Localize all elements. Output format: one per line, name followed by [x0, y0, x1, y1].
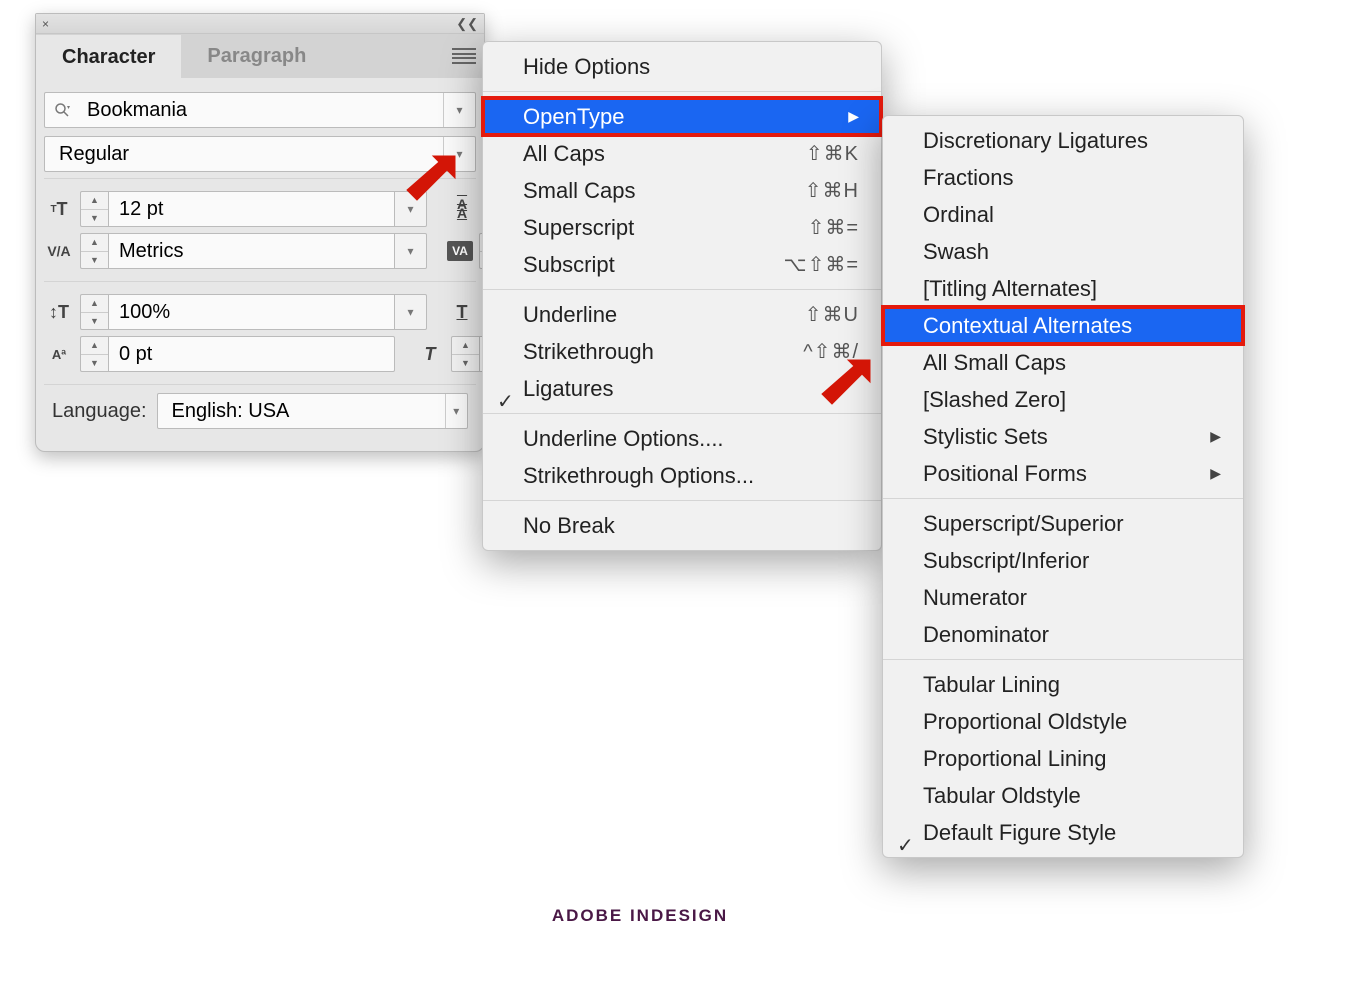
menu-item-denominator[interactable]: Denominator [883, 616, 1243, 653]
stepper[interactable]: ▲▼ [80, 336, 108, 372]
menu-item-default-figure-style[interactable]: Default Figure Style [883, 814, 1243, 851]
language-input[interactable] [158, 394, 445, 428]
tab-label: Paragraph [207, 45, 306, 68]
opentype-submenu: Discretionary Ligatures Fractions Ordina… [882, 115, 1244, 858]
menu-item-superscript[interactable]: Superscript⇧⌘= [483, 209, 881, 246]
menu-item-superscript-superior[interactable]: Superscript/Superior [883, 505, 1243, 542]
menu-item-proportional-oldstyle[interactable]: Proportional Oldstyle [883, 703, 1243, 740]
language-label: Language: [52, 400, 147, 423]
character-panel: × ❮❮ Character Paragraph ▾ ▾ ▾ [35, 13, 485, 452]
menu-item-subscript[interactable]: Subscript⌥⇧⌘= [483, 246, 881, 283]
chevron-down-icon[interactable]: ▾ [445, 394, 467, 428]
menu-item-small-caps[interactable]: Small Caps⇧⌘H [483, 172, 881, 209]
font-style-input[interactable] [45, 137, 443, 171]
menu-item-positional-forms[interactable]: Positional Forms▶ [883, 455, 1243, 492]
menu-item-tabular-lining[interactable]: Tabular Lining [883, 666, 1243, 703]
panel-titlebar[interactable]: × ❮❮ [36, 14, 484, 34]
vscale-field[interactable]: ▲▼ ▾ [80, 294, 427, 330]
kerning-icon: V/A [44, 243, 74, 259]
tab-bar: Character Paragraph [36, 34, 484, 78]
search-icon: ▾ [45, 93, 79, 127]
skew-icon: T [415, 344, 445, 365]
menu-item-hide-options[interactable]: Hide Options [483, 48, 881, 85]
kerning-input[interactable] [108, 233, 395, 269]
stepper[interactable]: ▲▼ [451, 336, 479, 372]
font-size-input[interactable] [108, 191, 395, 227]
menu-item-no-break[interactable]: No Break [483, 507, 881, 544]
menu-item-tabular-oldstyle[interactable]: Tabular Oldstyle [883, 777, 1243, 814]
stepper[interactable]: ▲▼ [80, 233, 108, 269]
menu-item-numerator[interactable]: Numerator [883, 579, 1243, 616]
tracking-icon: VA [447, 241, 473, 261]
close-icon[interactable]: × [42, 17, 49, 31]
tab-character[interactable]: Character [36, 35, 181, 79]
menu-item-stylistic-sets[interactable]: Stylistic Sets▶ [883, 418, 1243, 455]
baseline-icon: Aª [44, 347, 74, 362]
chevron-down-icon[interactable]: ▾ [395, 294, 427, 330]
submenu-arrow-icon: ▶ [848, 108, 859, 125]
menu-item-underline[interactable]: Underline⇧⌘U [483, 296, 881, 333]
annotation-arrow-icon [393, 148, 463, 218]
tab-paragraph[interactable]: Paragraph [181, 34, 332, 78]
kerning-field[interactable]: ▲▼ ▾ [80, 233, 427, 269]
svg-text:▾: ▾ [67, 105, 70, 111]
baseline-field[interactable]: ▲▼ [80, 336, 395, 372]
menu-item-all-small-caps[interactable]: All Small Caps [883, 344, 1243, 381]
menu-item-ordinal[interactable]: Ordinal [883, 196, 1243, 233]
menu-item-strikethrough-options[interactable]: Strikethrough Options... [483, 457, 881, 494]
chevron-down-icon[interactable]: ▾ [395, 233, 427, 269]
menu-item-discretionary-ligatures[interactable]: Discretionary Ligatures [883, 122, 1243, 159]
caption: ADOBE INDESIGN [0, 906, 1280, 926]
font-family-input[interactable] [79, 93, 443, 127]
vscale-icon: ↕T [44, 302, 74, 323]
menu-item-subscript-inferior[interactable]: Subscript/Inferior [883, 542, 1243, 579]
menu-item-opentype[interactable]: OpenType ▶ [483, 98, 881, 135]
baseline-input[interactable] [108, 336, 395, 372]
vscale-input[interactable] [108, 294, 395, 330]
font-size-icon: TT [44, 199, 74, 220]
menu-item-slashed-zero[interactable]: [Slashed Zero] [883, 381, 1243, 418]
menu-item-all-caps[interactable]: All Caps⇧⌘K [483, 135, 881, 172]
font-family-field[interactable]: ▾ ▾ [44, 92, 476, 128]
collapse-icon[interactable]: ❮❮ [456, 16, 478, 32]
submenu-arrow-icon: ▶ [1210, 465, 1221, 482]
panel-context-menu: Hide Options OpenType ▶ All Caps⇧⌘K Smal… [482, 41, 882, 551]
font-size-field[interactable]: ▲▼ ▾ [80, 191, 427, 227]
menu-item-titling-alternates[interactable]: [Titling Alternates] [883, 270, 1243, 307]
menu-item-underline-options[interactable]: Underline Options.... [483, 420, 881, 457]
submenu-arrow-icon: ▶ [1210, 428, 1221, 445]
stepper[interactable]: ▲▼ [80, 294, 108, 330]
language-field[interactable]: ▾ [157, 393, 468, 429]
menu-item-fractions[interactable]: Fractions [883, 159, 1243, 196]
chevron-down-icon[interactable]: ▾ [443, 93, 475, 127]
menu-item-swash[interactable]: Swash [883, 233, 1243, 270]
stepper[interactable]: ▲▼ [80, 191, 108, 227]
tab-label: Character [62, 46, 155, 69]
annotation-arrow-icon [808, 352, 878, 422]
menu-item-proportional-lining[interactable]: Proportional Lining [883, 740, 1243, 777]
menu-item-contextual-alternates[interactable]: Contextual Alternates [883, 307, 1243, 344]
panel-menu-icon[interactable] [444, 34, 484, 78]
hscale-icon: T [447, 302, 477, 323]
